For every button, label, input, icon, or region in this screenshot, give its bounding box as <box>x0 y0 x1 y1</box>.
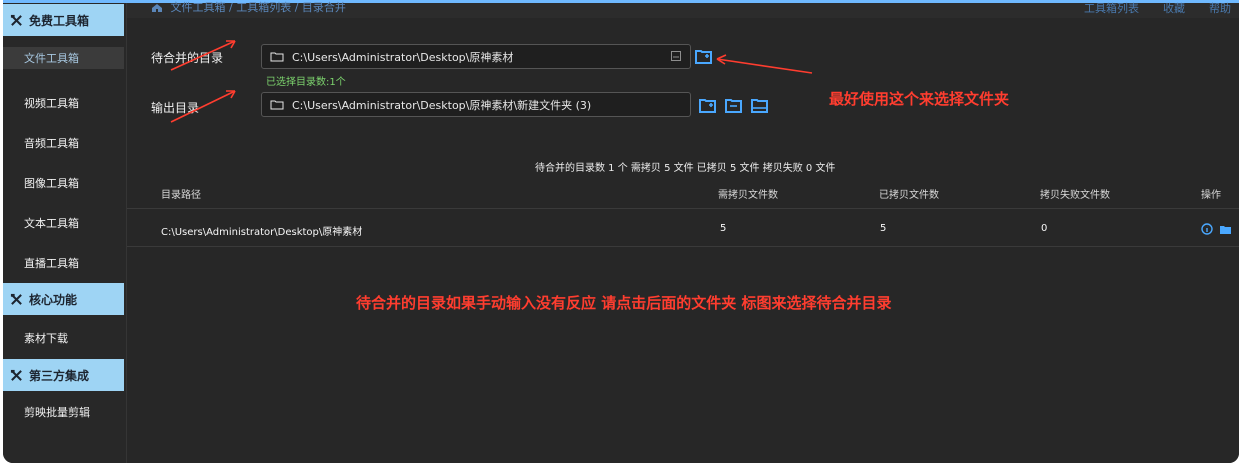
main-content: 待合并的目录 C:\Users\Administrator\Desktop\原神… <box>127 18 1239 463</box>
sidebar-item-audio-tools[interactable]: 音频工具箱 <box>3 132 124 154</box>
sidebar-item-label: 图像工具箱 <box>24 177 79 190</box>
favorites-link[interactable]: 收藏 <box>1163 0 1185 16</box>
sidebar-item-capcut-batch[interactable]: 剪映批量剪辑 <box>3 401 124 423</box>
sidebar-group-core[interactable]: 核心功能 <box>3 283 124 315</box>
table-cell-copied: 5 <box>880 223 887 234</box>
sidebar-item-video-tools[interactable]: 视频工具箱 <box>3 92 124 114</box>
folder-new-icon[interactable] <box>725 98 742 113</box>
sidebar-group-label: 核心功能 <box>29 292 78 307</box>
table-header-divider <box>127 208 1239 209</box>
help-link[interactable]: 帮助 <box>1209 0 1231 16</box>
sidebar-item-label: 剪映批量剪辑 <box>24 406 90 419</box>
table-cell-failed: 0 <box>1041 223 1048 234</box>
sidebar-item-label: 视频工具箱 <box>24 97 79 110</box>
toolbox-list-link[interactable]: 工具箱列表 <box>1084 0 1139 16</box>
sidebar-item-label: 直播工具箱 <box>24 257 79 270</box>
sidebar-group-label: 第三方集成 <box>29 368 90 383</box>
annotation-input-tip: 待合并的目录如果手动输入没有反应 请点击后面的文件夹 标图来选择待合并目录 <box>356 294 892 312</box>
home-icon <box>152 4 162 12</box>
breadcrumb[interactable]: 文件工具箱 / 工具箱列表 / 目录合并 <box>151 0 346 15</box>
folder-picker-icon[interactable] <box>699 98 716 113</box>
table-header-failed: 拷贝失败文件数 <box>1040 190 1110 201</box>
folder-open-icon[interactable] <box>751 98 768 113</box>
info-icon[interactable] <box>1201 223 1213 235</box>
sidebar: 免费工具箱 文件工具箱 视频工具箱 音频工具箱 图像工具箱 文本工具箱 直播工具… <box>3 3 127 463</box>
sidebar-item-image-tools[interactable]: 图像工具箱 <box>3 172 124 194</box>
folder-picker-icon[interactable] <box>695 49 712 64</box>
source-selected-hint: 已选择目录数:1个 <box>266 77 346 88</box>
table-header-copied: 已拷贝文件数 <box>879 190 939 201</box>
folder-icon <box>270 52 284 62</box>
table-row-divider <box>127 246 1239 247</box>
paste-icon[interactable] <box>670 50 682 62</box>
output-directory-input[interactable]: C:\Users\Administrator\Desktop\原神素材\新建文件… <box>261 92 691 117</box>
tools-icon <box>10 293 22 305</box>
sidebar-item-label: 素材下载 <box>24 332 68 345</box>
sidebar-item-material-download[interactable]: 素材下载 <box>3 327 124 349</box>
sidebar-item-label: 文本工具箱 <box>24 217 79 230</box>
breadcrumb-text: 文件工具箱 / 工具箱列表 / 目录合并 <box>170 1 346 14</box>
application-window: 文件工具箱 / 工具箱列表 / 目录合并 工具箱列表 收藏 帮助 免费工具箱 文… <box>3 0 1239 463</box>
table-header-path: 目录路径 <box>161 190 201 201</box>
source-directory-input[interactable]: C:\Users\Administrator\Desktop\原神素材 <box>261 44 691 69</box>
table-header-need-copy: 需拷贝文件数 <box>718 190 778 201</box>
sidebar-item-file-tools[interactable]: 文件工具箱 <box>3 47 124 69</box>
table-cell-path: C:\Users\Administrator\Desktop\原神素材 <box>161 227 363 238</box>
source-path-text: C:\Users\Administrator\Desktop\原神素材 <box>292 50 514 64</box>
sidebar-group-label: 免费工具箱 <box>29 13 90 28</box>
source-directory-label: 待合并的目录 <box>151 51 224 65</box>
sidebar-group-free-tools[interactable]: 免费工具箱 <box>3 4 124 36</box>
summary-text: 待合并的目录数 1 个 需拷贝 5 文件 已拷贝 5 文件 拷贝失败 0 文件 <box>535 163 836 174</box>
tools-icon <box>10 369 22 381</box>
output-directory-label: 输出目录 <box>151 101 200 115</box>
annotation-folder-tip: 最好使用这个来选择文件夹 <box>829 90 1010 108</box>
sidebar-item-label: 文件工具箱 <box>24 52 79 65</box>
top-bar: 文件工具箱 / 工具箱列表 / 目录合并 工具箱列表 收藏 帮助 <box>3 0 1239 18</box>
folder-open-icon[interactable] <box>1219 224 1232 235</box>
sidebar-group-third-party[interactable]: 第三方集成 <box>3 359 124 391</box>
table-header-action: 操作 <box>1201 190 1221 201</box>
sidebar-item-label: 音频工具箱 <box>24 137 79 150</box>
table-cell-need-copy: 5 <box>720 223 727 234</box>
sidebar-item-text-tools[interactable]: 文本工具箱 <box>3 212 124 234</box>
folder-icon <box>270 100 284 110</box>
sidebar-item-live-tools[interactable]: 直播工具箱 <box>3 252 124 274</box>
top-actions: 工具箱列表 收藏 帮助 <box>1084 0 1231 16</box>
tools-icon <box>10 14 22 26</box>
output-path-text: C:\Users\Administrator\Desktop\原神素材\新建文件… <box>292 98 592 112</box>
